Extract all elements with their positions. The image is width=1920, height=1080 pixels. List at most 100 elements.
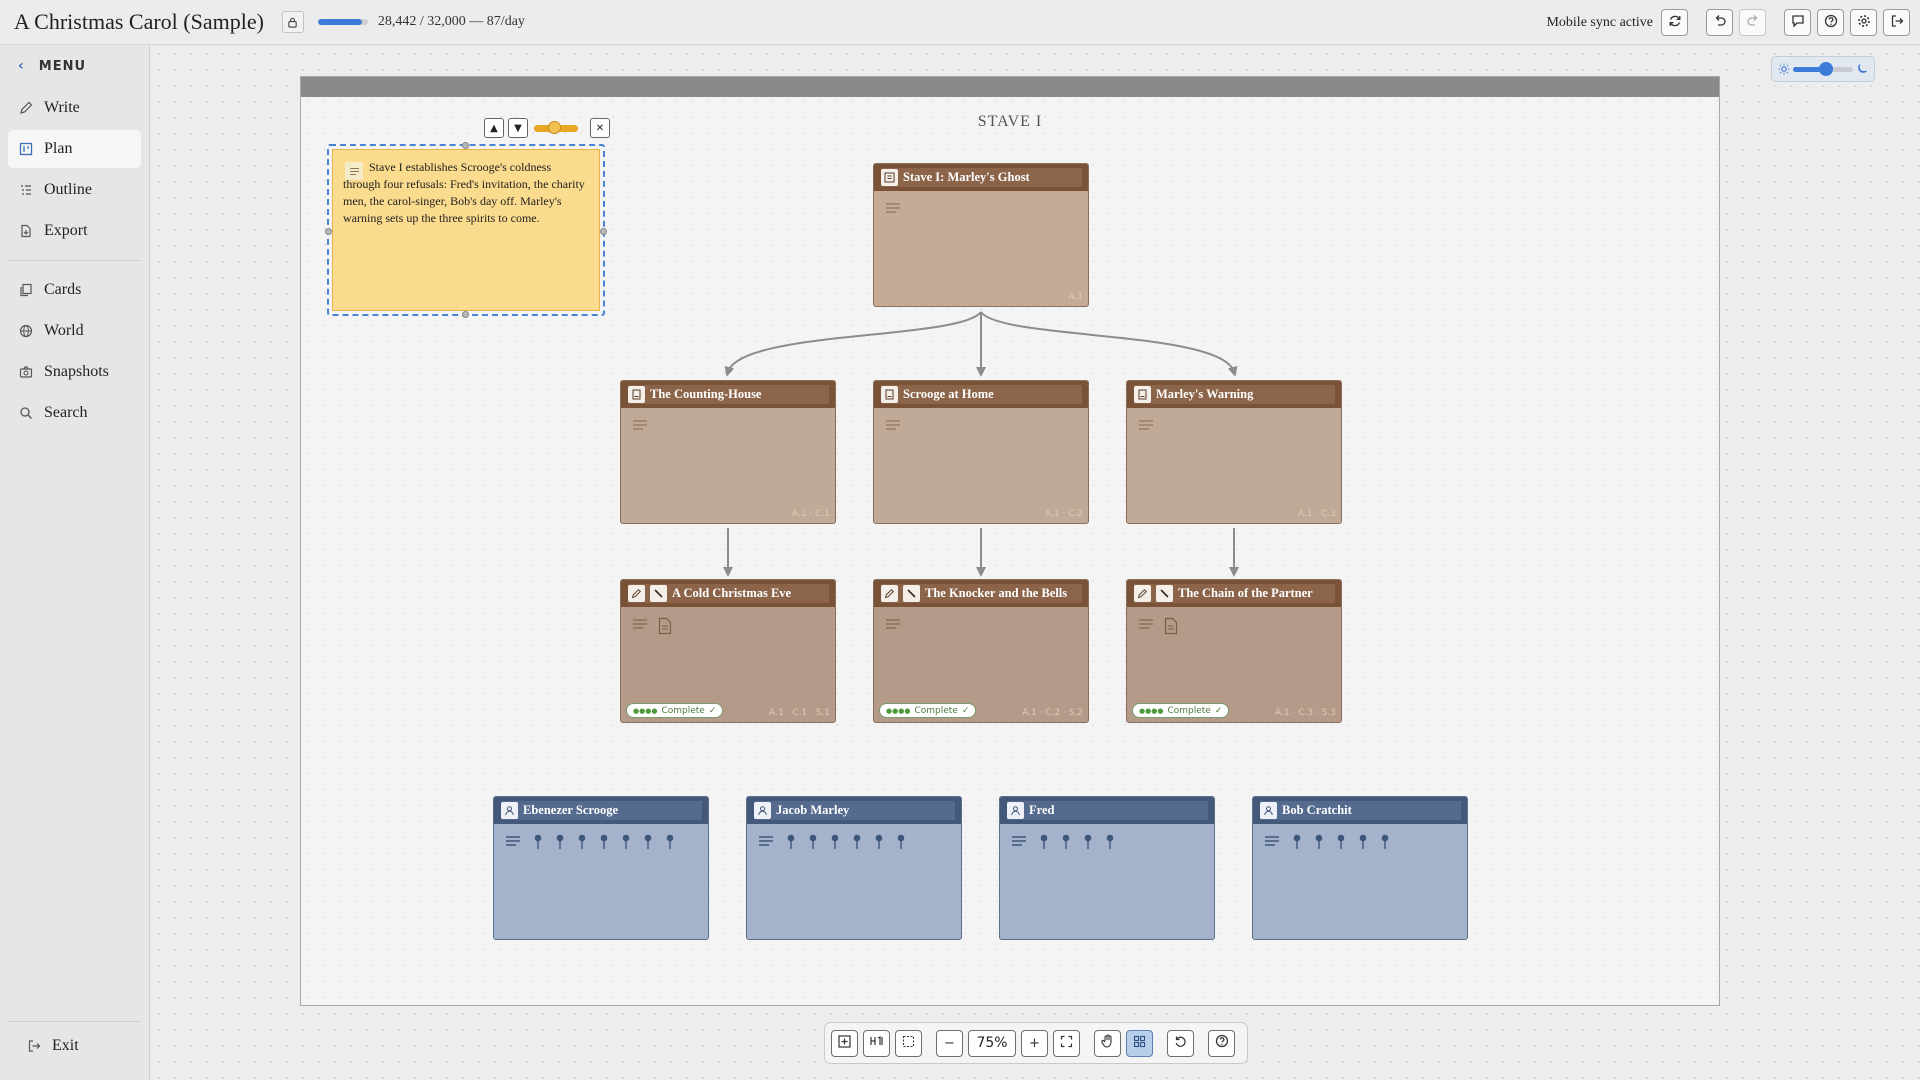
pin-icon[interactable] xyxy=(577,834,587,854)
sidebar-item-plan[interactable]: Plan xyxy=(8,130,141,168)
help-button[interactable] xyxy=(1817,9,1844,36)
sticky-note-text[interactable]: Stave I establishes Scrooge's coldness t… xyxy=(343,159,585,227)
quill-icon xyxy=(1156,585,1173,602)
pin-icon[interactable] xyxy=(1292,834,1302,854)
pin-icon[interactable] xyxy=(1061,834,1071,854)
settings-button[interactable] xyxy=(1850,9,1877,36)
chapter-card[interactable]: Scrooge at Home A.1 · C.2 xyxy=(873,380,1089,524)
reset-view-button[interactable] xyxy=(1167,1029,1194,1057)
snap-grid-button[interactable] xyxy=(1126,1029,1153,1057)
pin-icon[interactable] xyxy=(896,834,906,854)
pin-icon[interactable] xyxy=(665,834,675,854)
logout-button[interactable] xyxy=(1883,9,1910,36)
resize-handle-top[interactable] xyxy=(462,142,469,149)
note-size-slider[interactable] xyxy=(534,120,578,134)
fit-to-screen-button[interactable] xyxy=(1053,1029,1080,1057)
sidebar-item-cards[interactable]: Cards xyxy=(8,271,141,309)
scene-card[interactable]: The Knocker and the Bells ●●●● Complete ✓ … xyxy=(873,579,1089,723)
zoom-out-button[interactable]: − xyxy=(936,1029,963,1057)
pin-icon[interactable] xyxy=(1314,834,1324,854)
pin-icon[interactable] xyxy=(643,834,653,854)
card-code: A.1 · C.1 · S.1 xyxy=(769,708,830,718)
pin-icon[interactable] xyxy=(830,834,840,854)
logout-icon xyxy=(1890,13,1904,32)
help-icon xyxy=(1215,1034,1229,1052)
character-card[interactable]: Ebenezer Scrooge xyxy=(493,796,709,940)
character-card[interactable]: Bob Cratchit xyxy=(1252,796,1468,940)
menu-toggle[interactable]: ‹ MENU xyxy=(0,46,149,86)
act-card[interactable]: Stave I: Marley's Ghost A.1 xyxy=(873,163,1089,307)
pin-icon[interactable] xyxy=(786,834,796,854)
act-icon xyxy=(881,169,898,186)
pin-icon[interactable] xyxy=(599,834,609,854)
pencil-icon xyxy=(881,585,898,602)
sticky-note[interactable]: Stave I establishes Scrooge's coldness t… xyxy=(332,149,600,311)
sidebar-item-exit[interactable]: Exit xyxy=(16,1027,133,1065)
character-card[interactable]: Jacob Marley xyxy=(746,796,962,940)
board-header-bar[interactable] xyxy=(301,77,1719,97)
sync-button[interactable] xyxy=(1661,9,1688,36)
theme-slider[interactable] xyxy=(1771,56,1875,82)
select-area-button[interactable] xyxy=(895,1029,922,1057)
add-heading-button[interactable] xyxy=(863,1029,890,1057)
sidebar-item-write[interactable]: Write xyxy=(8,89,141,127)
card-title: Jacob Marley xyxy=(776,803,850,817)
help-icon xyxy=(1824,13,1838,32)
note-size-knob[interactable] xyxy=(548,120,561,134)
character-card[interactable]: Fred xyxy=(999,796,1215,940)
text-lines-icon xyxy=(505,834,521,854)
scene-card[interactable]: The Chain of the Partner ●●●● Complete ✓ A… xyxy=(1126,579,1342,723)
theme-slider-knob[interactable] xyxy=(1819,61,1833,76)
theme-slider-track[interactable] xyxy=(1793,61,1853,76)
hand-icon xyxy=(1100,1034,1115,1052)
sidebar-item-label: Exit xyxy=(52,1037,79,1054)
resize-handle-bottom[interactable] xyxy=(462,311,469,318)
pin-icon[interactable] xyxy=(1358,834,1368,854)
quill-icon xyxy=(903,585,920,602)
pin-icon[interactable] xyxy=(1039,834,1049,854)
resize-handle-right[interactable] xyxy=(600,228,607,235)
pin-icon[interactable] xyxy=(1083,834,1093,854)
sidebar-item-export[interactable]: Export xyxy=(8,212,141,250)
word-count: 28,442 / 32,000 — 87/day xyxy=(377,14,525,29)
bring-forward-button[interactable]: ▲ xyxy=(484,118,504,138)
export-icon xyxy=(18,223,34,239)
send-backward-button[interactable]: ▼ xyxy=(508,118,528,138)
add-card-icon xyxy=(838,1034,851,1052)
pin-icon[interactable] xyxy=(533,834,543,854)
add-card-button[interactable] xyxy=(831,1029,858,1057)
redo-button[interactable] xyxy=(1739,9,1766,36)
pin-icon[interactable] xyxy=(555,834,565,854)
pan-tool-button[interactable] xyxy=(1094,1029,1121,1057)
scene-card[interactable]: A Cold Christmas Eve ●●●● Complete ✓ A.1 ·… xyxy=(620,579,836,723)
zoom-in-button[interactable]: + xyxy=(1021,1029,1048,1057)
text-lines-icon xyxy=(1011,834,1027,854)
sticky-note-selection[interactable]: Stave I establishes Scrooge's coldness t… xyxy=(325,142,607,318)
text-lines-icon xyxy=(1138,617,1154,636)
card-title: The Counting-House xyxy=(650,387,762,401)
chapter-card[interactable]: The Counting-House A.1 · C.1 xyxy=(620,380,836,524)
resize-handle-left[interactable] xyxy=(325,228,332,235)
pin-icon[interactable] xyxy=(621,834,631,854)
close-note-button[interactable]: ✕ xyxy=(590,118,610,138)
card-code: A.1 · C.2 xyxy=(1044,509,1083,519)
sidebar-item-snapshots[interactable]: Snapshots xyxy=(8,353,141,391)
check-icon: ✓ xyxy=(708,705,717,716)
canvas-help-button[interactable] xyxy=(1208,1029,1235,1057)
pin-icon[interactable] xyxy=(874,834,884,854)
sidebar-item-world[interactable]: World xyxy=(8,312,141,350)
sidebar-item-search[interactable]: Search xyxy=(8,394,141,432)
pin-icon[interactable] xyxy=(1105,834,1115,854)
chapter-icon xyxy=(881,386,898,403)
lock-button[interactable] xyxy=(281,11,304,33)
pin-icon[interactable] xyxy=(808,834,818,854)
globe-icon xyxy=(18,323,34,339)
zoom-level[interactable]: 75% xyxy=(968,1029,1016,1057)
pin-icon[interactable] xyxy=(852,834,862,854)
undo-button[interactable] xyxy=(1706,9,1733,36)
chapter-card[interactable]: Marley's Warning A.1 · C.3 xyxy=(1126,380,1342,524)
sidebar-item-outline[interactable]: Outline xyxy=(8,171,141,209)
pin-icon[interactable] xyxy=(1380,834,1390,854)
comments-button[interactable] xyxy=(1784,9,1811,36)
pin-icon[interactable] xyxy=(1336,834,1346,854)
